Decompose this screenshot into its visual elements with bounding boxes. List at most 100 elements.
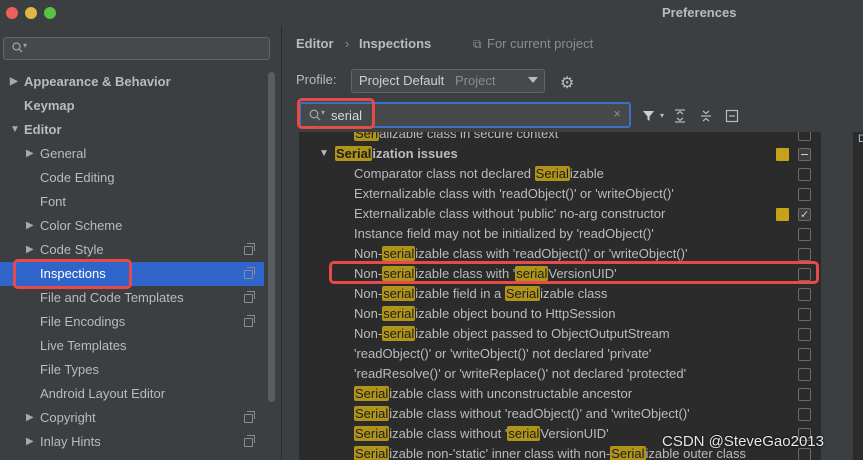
- inspection-enabled-checkbox[interactable]: [798, 248, 811, 261]
- search-match-highlight: Serial: [354, 426, 390, 441]
- inspection-enabled-checkbox[interactable]: [798, 288, 811, 301]
- sidebar-scrollbar[interactable]: [268, 72, 275, 402]
- inspection-label: Serializable class without 'readObject()…: [354, 404, 690, 424]
- inspection-label-text: izable non-'static' inner class with non…: [389, 446, 611, 460]
- inspection-row[interactable]: Non-serializable field in a Serializable…: [299, 284, 821, 304]
- profile-select[interactable]: Project Default Project: [351, 69, 545, 93]
- inspection-label-text: izable class: [540, 286, 608, 301]
- annotation-box-filter: [297, 98, 375, 129]
- inspection-label: Comparator class not declared Serializab…: [354, 164, 604, 184]
- sidebar-item-android-layout-editor[interactable]: Android Layout Editor: [26, 382, 256, 406]
- inspection-row[interactable]: Serializable class with unconstructable …: [299, 384, 821, 404]
- inspection-enabled-checkbox[interactable]: [798, 188, 811, 201]
- inspection-enabled-checkbox[interactable]: [798, 308, 811, 321]
- reset-icon[interactable]: [724, 108, 740, 124]
- sidebar-item-copyright[interactable]: ▶ Copyright: [26, 406, 256, 430]
- inspection-label-text: Instance field may not be initialized by…: [354, 226, 654, 241]
- inspection-enabled-checkbox[interactable]: [798, 388, 811, 401]
- project-scope-icon: [244, 243, 255, 255]
- inspection-enabled-checkbox[interactable]: [798, 205, 811, 225]
- minimize-window-button[interactable]: [25, 7, 37, 19]
- collapse-all-icon[interactable]: [698, 108, 714, 124]
- inspection-enabled-checkbox[interactable]: [798, 368, 811, 381]
- expand-arrow-icon: ▶: [26, 220, 34, 231]
- sidebar-search-chevron-icon: ▾: [23, 41, 28, 50]
- sidebar-item-editor[interactable]: ▼ Editor: [10, 118, 260, 142]
- search-match-highlight: Seri: [354, 132, 380, 141]
- profile-value: Project Default: [359, 73, 445, 88]
- inspection-row[interactable]: Serializable class without 'readObject()…: [299, 404, 821, 424]
- breadcrumb-editor[interactable]: Editor: [296, 36, 334, 51]
- inspection-label: 'readObject()' or 'writeObject()' not de…: [354, 344, 651, 364]
- inspection-row[interactable]: Comparator class not declared Serializab…: [299, 164, 821, 184]
- sidebar-item-code-editing[interactable]: Code Editing: [26, 166, 256, 190]
- inspection-label-text: alizable class in secure context: [379, 132, 559, 141]
- inspection-label: Serializable class in secure context: [354, 132, 558, 144]
- inspection-row[interactable]: Non-serializable object passed to Object…: [299, 324, 821, 344]
- description-panel: [852, 132, 863, 460]
- inspection-label-text: izable class with unconstructable ancest…: [389, 386, 633, 401]
- scope-note: For current project: [487, 36, 594, 51]
- inspection-label-text: 'readObject()' or 'writeObject()' not de…: [354, 346, 652, 361]
- inspection-row[interactable]: Instance field may not be initialized by…: [299, 224, 821, 244]
- sidebar-item-file-encodings[interactable]: File Encodings: [26, 310, 256, 334]
- sidebar-item-inlay-hints[interactable]: ▶ Inlay Hints: [26, 430, 256, 454]
- inspection-enabled-checkbox[interactable]: [798, 228, 811, 241]
- collapse-arrow-icon[interactable]: ▼: [319, 144, 329, 164]
- expand-arrow-icon: ▶: [26, 412, 34, 423]
- expand-arrow-icon: ▶: [26, 436, 34, 447]
- filter-chevron-icon: ▾: [659, 111, 664, 120]
- project-scope-icon: [244, 315, 255, 327]
- sidebar-item-keymap[interactable]: Keymap: [10, 94, 260, 118]
- sidebar-item-general[interactable]: ▶ General: [26, 142, 256, 166]
- inspection-enabled-checkbox[interactable]: [798, 168, 811, 181]
- inspection-row[interactable]: Externalizable class without 'public' no…: [299, 204, 821, 225]
- project-scope-icon: [244, 411, 255, 423]
- chevron-down-icon: [528, 77, 538, 83]
- annotation-box-serialversionuid-row: [329, 261, 819, 284]
- inspection-label-text: Externalizable class with 'readObject()'…: [354, 186, 674, 201]
- search-match-highlight: serial: [507, 426, 541, 441]
- inspection-row[interactable]: 'readObject()' or 'writeObject()' not de…: [299, 344, 821, 364]
- inspection-enabled-checkbox[interactable]: [798, 328, 811, 341]
- inspection-label: Non-serializable object passed to Object…: [354, 324, 670, 344]
- inspection-enabled-checkbox[interactable]: [798, 408, 811, 421]
- inspection-label-text: Externalizable class without 'public' no…: [354, 206, 666, 221]
- inspection-enabled-checkbox[interactable]: [798, 148, 811, 161]
- sidebar-item-live-templates[interactable]: Live Templates: [26, 334, 256, 358]
- inspection-label: 'readResolve()' or 'writeReplace()' not …: [354, 364, 686, 384]
- profile-label: Profile:: [296, 72, 337, 87]
- gear-icon[interactable]: ⚙: [560, 73, 574, 93]
- inspection-row[interactable]: Serializable class in secure context: [299, 132, 821, 144]
- inspection-row[interactable]: 'readResolve()' or 'writeReplace()' not …: [299, 364, 821, 384]
- severity-warning-icon[interactable]: [776, 208, 789, 221]
- project-scope-icon: [244, 435, 255, 447]
- sidebar-item-file-types[interactable]: File Types: [26, 358, 256, 382]
- inspection-label-text: Non-: [354, 306, 383, 321]
- search-match-highlight: Serial: [354, 446, 390, 460]
- inspection-label: Externalizable class with 'readObject()'…: [354, 184, 674, 204]
- inspection-label-text: izable object bound to HttpSession: [415, 306, 616, 321]
- search-match-highlight: Serial: [504, 286, 541, 301]
- project-scope-icon: [244, 267, 255, 279]
- inspection-enabled-checkbox[interactable]: [798, 132, 811, 141]
- sidebar-search-input[interactable]: ▾: [3, 37, 270, 60]
- inspection-enabled-checkbox[interactable]: [798, 348, 811, 361]
- zoom-window-button[interactable]: [44, 7, 56, 19]
- search-match-highlight: serial: [382, 326, 416, 341]
- inspection-group-row[interactable]: ▼ Serialization issues: [299, 144, 821, 164]
- inspection-label-text: Non-: [354, 326, 383, 341]
- close-window-button[interactable]: [6, 7, 18, 19]
- sidebar-item-font[interactable]: Font: [26, 190, 256, 214]
- expand-all-icon[interactable]: [672, 108, 688, 124]
- inspection-row[interactable]: Non-serializable object bound to HttpSes…: [299, 304, 821, 324]
- inspection-row[interactable]: Externalizable class with 'readObject()'…: [299, 184, 821, 204]
- sidebar-item-appearance-behavior[interactable]: ▶ Appearance & Behavior: [10, 70, 260, 94]
- inspection-label: Serializable class with unconstructable …: [354, 384, 632, 404]
- severity-warning-icon[interactable]: [776, 148, 789, 161]
- clear-icon[interactable]: ×: [613, 106, 621, 121]
- sidebar-item-file-and-code-templates[interactable]: File and Code Templates: [26, 286, 256, 310]
- sidebar-item-color-scheme[interactable]: ▶ Color Scheme: [26, 214, 256, 238]
- inspection-label: Externalizable class without 'public' no…: [354, 204, 665, 224]
- description-label: D: [858, 133, 863, 145]
